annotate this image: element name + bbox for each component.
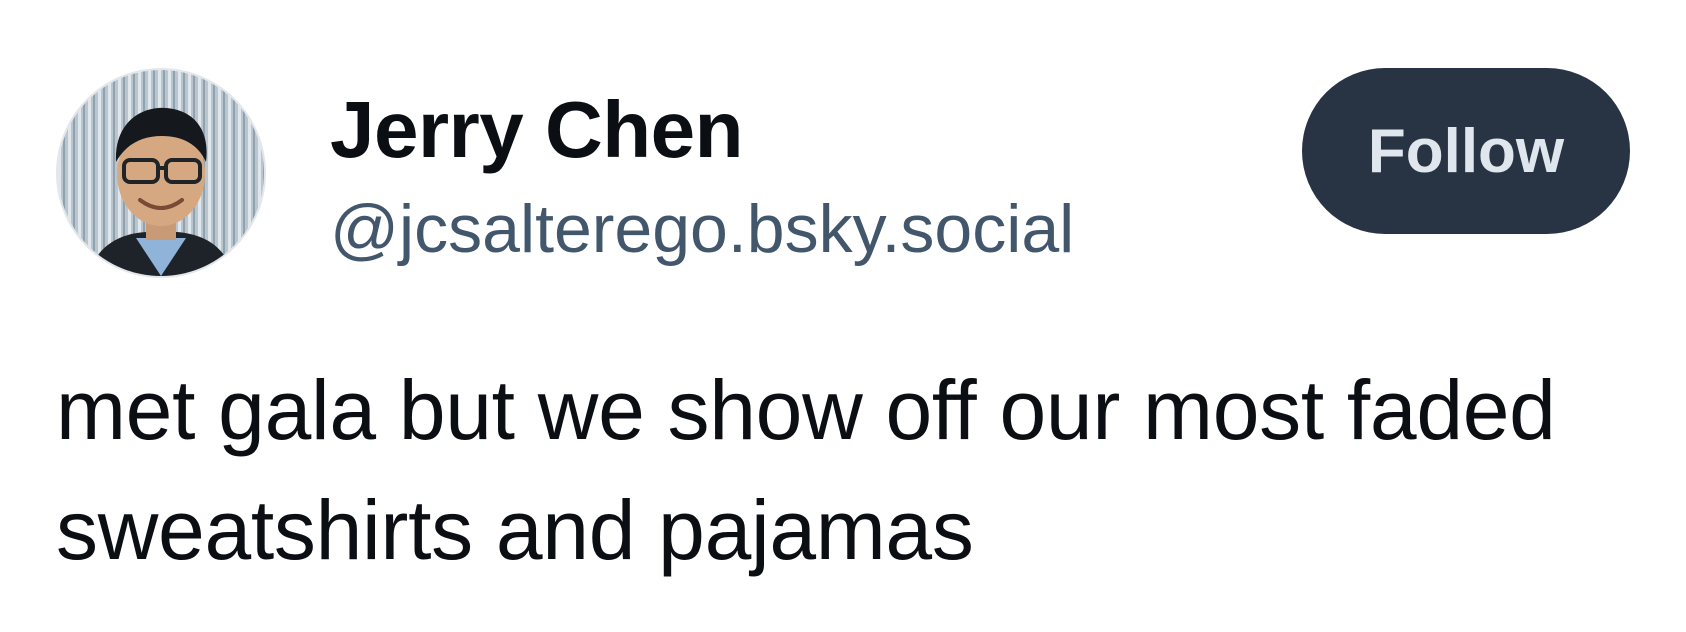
author-display-name[interactable]: Jerry Chen: [330, 82, 1074, 178]
avatar-photo: [58, 70, 264, 276]
follow-button[interactable]: Follow: [1302, 68, 1630, 234]
post-card: Jerry Chen @jcsalterego.bsky.social Foll…: [0, 0, 1686, 632]
post-header: Jerry Chen @jcsalterego.bsky.social Foll…: [56, 68, 1630, 282]
avatar[interactable]: [56, 68, 266, 278]
post-text: met gala but we show off our most faded …: [56, 363, 1556, 577]
author-handle[interactable]: @jcsalterego.bsky.social: [330, 184, 1074, 274]
author-names: Jerry Chen @jcsalterego.bsky.social: [330, 82, 1074, 274]
